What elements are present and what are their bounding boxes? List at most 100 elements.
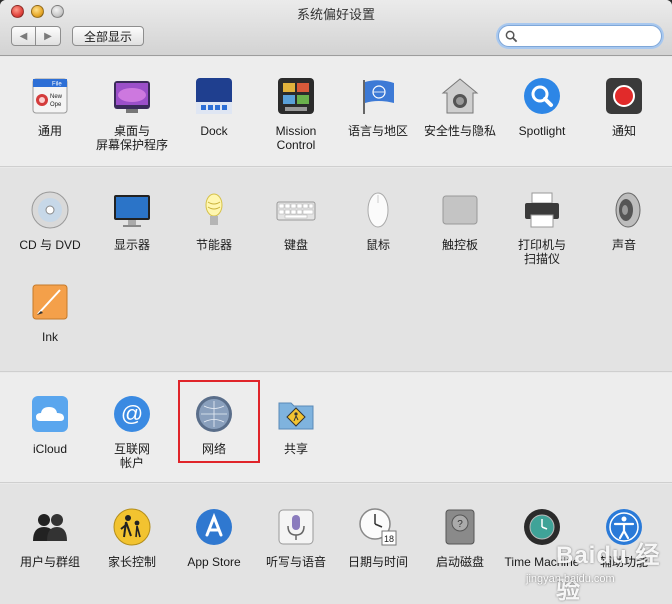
pref-label: Dock [200,124,228,138]
pref-keyboard[interactable]: 键盘 [255,190,337,252]
notifications-icon [606,78,642,114]
section-hardware: CD 与 DVD 显示器 节能器 键盘 鼠标 触控板 打印机与 扫描仪 声音 I… [0,168,672,372]
pref-parental-controls[interactable]: 家长控制 [91,507,173,569]
svg-text:File: File [52,82,62,88]
pref-ink[interactable]: Ink [9,282,91,344]
mission-control-icon [278,78,314,114]
pref-label: 日期与时间 [347,555,408,569]
svg-text:Ope: Ope [50,102,62,108]
pref-label: 听写与语音 [265,555,326,569]
svg-text:?: ? [457,519,463,530]
icloud-icon [32,396,68,432]
pref-dock[interactable]: Dock [173,76,255,138]
trackpad-icon [442,195,478,225]
dictation-speech-icon [278,509,314,545]
back-button[interactable]: ◀ [11,26,36,46]
pref-cd-dvd[interactable]: CD 与 DVD [9,190,91,252]
app-store-icon [196,509,232,545]
svg-text:New: New [50,94,63,100]
keyboard-icon [276,201,316,221]
pref-label: 桌面与 屏幕保护程序 [95,124,168,152]
pref-energy-saver[interactable]: 节能器 [173,190,255,252]
energy-saver-icon [205,193,223,225]
security-privacy-icon [441,78,479,114]
pref-label: 用户与群组 [19,555,80,569]
forward-arrow-icon: ▶ [44,30,52,42]
internet-accounts-icon: @ [114,396,150,432]
cd-dvd-icon [31,191,69,229]
pref-mouse[interactable]: 鼠标 [337,190,419,252]
printer-scanner-icon [525,192,559,228]
spotlight-icon [524,78,560,114]
pref-sharing[interactable]: 共享 [255,394,337,456]
language-region-icon [363,80,394,114]
pref-displays[interactable]: 显示器 [91,190,173,252]
svg-text:@: @ [121,401,143,426]
search-icon [505,30,518,42]
pref-users-groups[interactable]: 用户与群组 [9,507,91,569]
pref-internet-accounts[interactable]: @ 互联网 帐户 [91,394,173,470]
back-arrow-icon: ◀ [19,30,28,42]
pref-label: Spotlight [518,124,566,138]
pref-label: 语言与地区 [347,124,408,138]
pref-sound[interactable]: 声音 [583,190,665,252]
svg-text:18: 18 [384,534,394,544]
search-input[interactable] [522,29,652,43]
pref-printers-scanners[interactable]: 打印机与 扫描仪 [501,190,583,266]
pref-label: App Store [187,555,241,569]
pref-label: Ink [41,330,58,344]
pref-label: 鼠标 [365,238,390,252]
pref-icloud[interactable]: iCloud [9,394,91,456]
sharing-icon [278,402,314,430]
pref-spotlight[interactable]: Spotlight [501,76,583,138]
pref-app-store[interactable]: App Store [173,507,255,569]
section-personal: File New Ope 通用 桌面与 屏幕保护程序 Dock Mission … [0,57,672,167]
pref-notifications[interactable]: 通知 [583,76,665,138]
pref-label: 节能器 [195,238,232,252]
users-groups-icon [33,514,67,541]
search-field[interactable] [498,25,662,47]
pref-startup-disk[interactable]: ? 启动磁盘 [419,507,501,569]
network-highlight-box [178,380,260,463]
sound-icon [615,192,641,228]
pref-label: Mission Control [275,124,317,152]
pref-label: CD 与 DVD [19,238,81,252]
pref-label: 触控板 [441,238,478,252]
pref-label: 互联网 帐户 [113,442,150,470]
pref-dictation-speech[interactable]: 听写与语音 [255,507,337,569]
displays-icon [114,195,150,227]
dock-icon [196,78,232,114]
pref-trackpad[interactable]: 触控板 [419,190,501,252]
pref-label: 打印机与 扫描仪 [517,238,566,266]
pref-label: 共享 [283,442,308,456]
mouse-icon [367,192,389,228]
pref-desktop-screensaver[interactable]: 桌面与 屏幕保护程序 [91,76,173,152]
pref-label: 启动磁盘 [435,555,484,569]
date-time-icon: 18 [359,508,397,546]
back-forward-group: ◀ ▶ [11,26,61,46]
desktop-screensaver-icon [114,81,150,113]
watermark-url: jingyan.baidu.com [526,573,615,585]
general-icon: File New Ope [32,78,68,114]
pref-label: 通用 [37,124,62,138]
section-internet: iCloud @ 互联网 帐户 网络 共享 [0,373,672,483]
forward-button[interactable]: ▶ [36,26,61,46]
system-preferences-window: 系统偏好设置 ◀ ▶ 全部显示 File New Ope 通用 桌面与 屏幕保护… [0,0,672,604]
pref-label: 安全性与隐私 [423,124,496,138]
pref-language-region[interactable]: 语言与地区 [337,76,419,138]
parental-controls-icon [113,508,151,546]
watermark-logo-text: Baidu 经验 [556,542,661,604]
toolbar: 系统偏好设置 ◀ ▶ 全部显示 [0,0,672,56]
pref-label: 家长控制 [107,555,156,569]
pref-label: iCloud [32,442,68,456]
pref-security-privacy[interactable]: 安全性与隐私 [419,76,501,138]
startup-disk-icon: ? [445,509,475,545]
pref-label: 声音 [611,238,636,252]
pref-date-time[interactable]: 18 日期与时间 [337,507,419,569]
pref-general[interactable]: File New Ope 通用 [9,76,91,138]
pref-mission-control[interactable]: Mission Control [255,76,337,152]
show-all-button[interactable]: 全部显示 [72,26,145,46]
window-title: 系统偏好设置 [296,7,375,22]
pref-label: 显示器 [113,238,150,252]
ink-icon [32,284,68,320]
